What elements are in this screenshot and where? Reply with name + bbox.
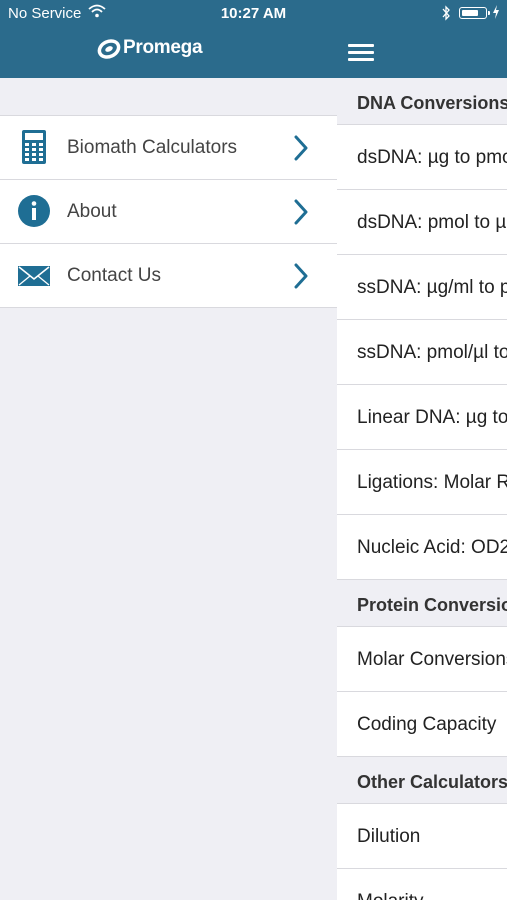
charging-bolt-icon: [492, 5, 500, 24]
list-item[interactable]: Linear DNA: µg to pmol ends: [337, 385, 507, 450]
section-header-other-calculators: Other Calculators: [337, 757, 507, 804]
section-header-protein-conversions: Protein Conversions: [337, 580, 507, 627]
top-bar: No Service 10:27 AM Promega: [0, 0, 507, 78]
brand-name: Promega: [123, 37, 203, 58]
menu-item-about[interactable]: About: [0, 179, 337, 243]
side-menu: Biomath Calculators About Contact Us: [0, 78, 337, 900]
list-item[interactable]: Molarity: [337, 869, 507, 900]
info-icon: [17, 194, 51, 228]
list-item[interactable]: dsDNA: pmol to µg: [337, 190, 507, 255]
menu-item-label: About: [67, 201, 117, 222]
chevron-right-icon: [293, 263, 309, 294]
chevron-right-icon: [293, 199, 309, 230]
promega-mark-icon: [97, 39, 121, 59]
list-item[interactable]: Coding Capacity: [337, 692, 507, 757]
list-item[interactable]: dsDNA: µg to pmol: [337, 125, 507, 190]
status-time: 10:27 AM: [220, 5, 287, 22]
section-header-dna-conversions: DNA Conversions: [337, 78, 507, 125]
battery-level: [461, 9, 478, 16]
menu-item-biomath-calculators[interactable]: Biomath Calculators: [0, 115, 337, 179]
menu-item-contact-us[interactable]: Contact Us: [0, 243, 337, 308]
chevron-right-icon: [293, 135, 309, 166]
status-bar: No Service 10:27 AM: [0, 0, 507, 28]
promega-logo: Promega: [97, 37, 217, 61]
menu-item-label: Biomath Calculators: [67, 137, 238, 158]
list-item[interactable]: Molar Conversions: [337, 627, 507, 692]
list-item[interactable]: Nucleic Acid: OD260: [337, 515, 507, 580]
list-item[interactable]: ssDNA: pmol/µl to µg/ml: [337, 320, 507, 385]
envelope-icon: [17, 258, 51, 292]
menu-item-label: Contact Us: [67, 265, 161, 286]
hamburger-menu-icon[interactable]: [346, 41, 376, 63]
calculator-icon: [17, 130, 51, 164]
list-item[interactable]: Dilution: [337, 804, 507, 869]
list-item[interactable]: Ligations: Molar Ratio: [337, 450, 507, 515]
calculator-list-panel: DNA Conversions dsDNA: µg to pmol dsDNA:…: [337, 78, 507, 900]
list-item[interactable]: ssDNA: µg/ml to pmol/µl: [337, 255, 507, 320]
battery-icon: [459, 7, 490, 19]
bluetooth-icon: [441, 5, 451, 26]
